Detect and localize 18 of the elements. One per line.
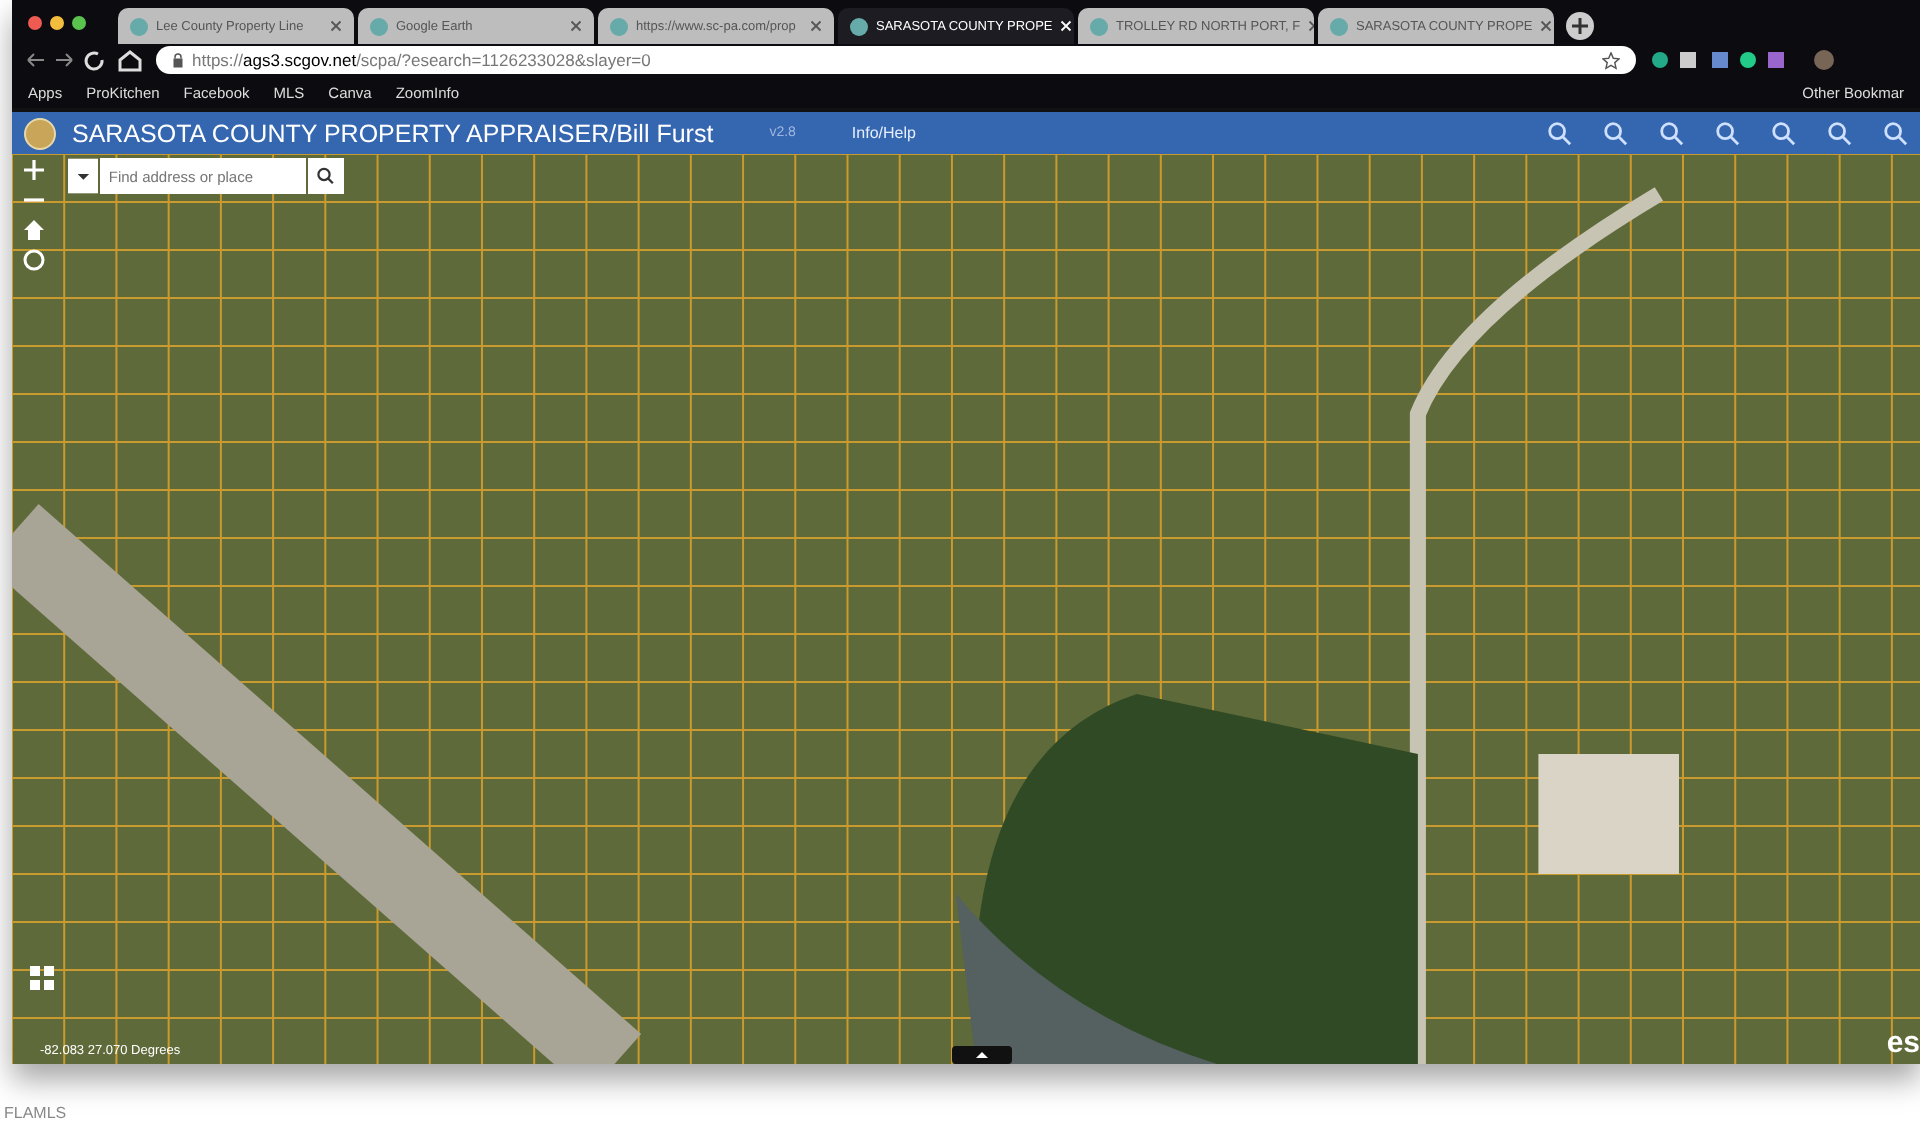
dropdown-button[interactable] — [68, 158, 99, 194]
basemap-gallery-icon[interactable] — [30, 966, 54, 990]
zoom-in-button[interactable] — [22, 158, 46, 182]
seal-icon — [24, 117, 56, 149]
bookmark-star-icon[interactable] — [1602, 51, 1620, 69]
help-link[interactable]: Info/Help — [851, 124, 916, 142]
search-icon[interactable] — [308, 158, 344, 194]
new-tab-button[interactable] — [1566, 12, 1594, 40]
locate-icon[interactable] — [22, 248, 46, 272]
app-title: SARASOTA COUNTY PROPERTY APPRAISER/Bill Furst — [72, 119, 714, 147]
window-controls-icon[interactable] — [28, 15, 86, 29]
panel-toggle-button[interactable] — [952, 1046, 1012, 1064]
home-icon[interactable] — [22, 218, 46, 242]
address-field[interactable]: https://ags3.scgov.net/scpa/?esearch=1126233028&slayer=0 — [156, 46, 1636, 74]
caption-text: FLAMLS — [4, 1104, 67, 1124]
esri-logo: es — [1886, 1026, 1920, 1060]
navigation-icons[interactable] — [24, 48, 144, 72]
lock-icon — [172, 52, 184, 68]
